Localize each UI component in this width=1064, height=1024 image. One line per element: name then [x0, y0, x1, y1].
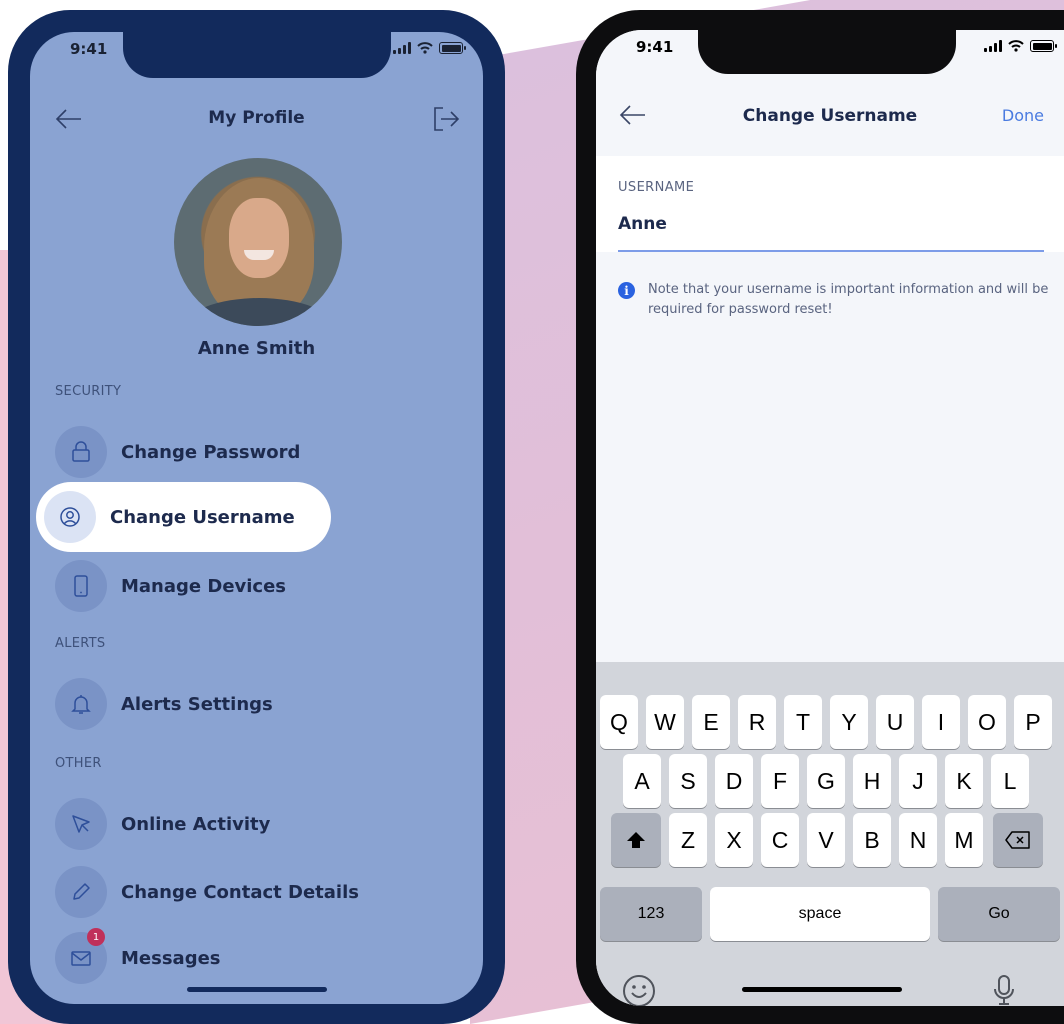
keyboard: 123 space Go QWERTYUIOP ASDFGHJKL ZXCVBNM [596, 662, 1064, 1006]
cursor-icon [55, 798, 107, 850]
key-d[interactable]: D [715, 754, 753, 808]
notch [698, 30, 956, 74]
emoji-icon[interactable] [622, 974, 656, 1006]
change-username-nav-bar: Change Username Done [596, 98, 1064, 134]
key-z[interactable]: Z [669, 813, 707, 867]
change-username-screen: 9:41 Change Username Done USERNAME Anne [596, 30, 1064, 1006]
phone-frame-change-username: 9:41 Change Username Done USERNAME Anne [576, 10, 1064, 1024]
menu-label: Change Password [121, 441, 301, 463]
profile-name: Anne Smith [197, 338, 316, 359]
key-x[interactable]: X [715, 813, 753, 867]
key-k[interactable]: K [945, 754, 983, 808]
menu-label: Change Contact Details [121, 881, 359, 903]
home-indicator [186, 987, 327, 992]
space-key[interactable]: space [710, 887, 930, 941]
envelope-icon: 1 [55, 928, 107, 984]
key-t[interactable]: T [784, 695, 822, 749]
key-p[interactable]: P [1014, 695, 1052, 749]
profile-nav-bar: My Profile [30, 104, 483, 134]
key-l[interactable]: L [991, 754, 1029, 808]
backspace-icon [1005, 831, 1030, 849]
shift-icon [627, 832, 645, 848]
unread-badge: 1 [87, 928, 105, 946]
note-area: i Note that your username is important i… [596, 252, 1064, 662]
key-b[interactable]: B [853, 813, 891, 867]
menu-item-alerts-settings[interactable]: Alerts Settings [55, 676, 273, 732]
status-time: 9:41 [70, 40, 108, 58]
key-f[interactable]: F [761, 754, 799, 808]
pencil-icon [55, 866, 107, 918]
menu-label: Online Activity [121, 813, 271, 835]
status-icons [984, 40, 1057, 52]
section-label-security: SECURITY [55, 384, 122, 399]
microphone-icon[interactable] [992, 974, 1016, 1006]
avatar [174, 158, 342, 326]
key-r[interactable]: R [738, 695, 776, 749]
section-label-alerts: ALERTS [55, 636, 106, 651]
delete-key[interactable] [993, 813, 1043, 867]
key-y[interactable]: Y [830, 695, 868, 749]
menu-label: Change Username [110, 506, 295, 528]
username-input[interactable]: Anne [618, 214, 667, 234]
key-g[interactable]: G [807, 754, 845, 808]
battery-icon [1030, 40, 1057, 52]
key-e[interactable]: E [692, 695, 730, 749]
key-o[interactable]: O [968, 695, 1006, 749]
info-icon: i [618, 282, 635, 299]
battery-icon [439, 42, 466, 54]
phone-frame-profile: 9:41 My Profile Anne Smith SECURITY Chan… [8, 10, 505, 1024]
menu-item-change-contact-details[interactable]: Change Contact Details [55, 864, 359, 920]
home-indicator [742, 987, 902, 992]
wifi-icon [1008, 40, 1024, 52]
key-c[interactable]: C [761, 813, 799, 867]
key-i[interactable]: I [922, 695, 960, 749]
menu-label: Messages [121, 947, 221, 969]
key-u[interactable]: U [876, 695, 914, 749]
key-n[interactable]: N [899, 813, 937, 867]
phone-icon [55, 560, 107, 612]
menu-item-manage-devices[interactable]: Manage Devices [55, 558, 286, 614]
note-text: Note that your username is important inf… [648, 282, 1049, 317]
menu-label: Alerts Settings [121, 693, 273, 715]
key-j[interactable]: J [899, 754, 937, 808]
page-title: My Profile [208, 108, 305, 128]
key-s[interactable]: S [669, 754, 707, 808]
signal-icon [393, 42, 411, 54]
notch [122, 32, 391, 78]
key-h[interactable]: H [853, 754, 891, 808]
section-label-other: OTHER [55, 756, 102, 771]
status-icons [393, 42, 466, 54]
field-label: USERNAME [618, 180, 695, 195]
username-field[interactable]: USERNAME Anne [596, 156, 1064, 252]
key-v[interactable]: V [807, 813, 845, 867]
menu-label: Manage Devices [121, 575, 287, 597]
done-button[interactable]: Done [1002, 106, 1044, 125]
menu-item-change-username[interactable]: Change Username [44, 488, 295, 546]
wifi-icon [417, 42, 433, 54]
menu-item-online-activity[interactable]: Online Activity [55, 796, 270, 852]
signal-icon [984, 40, 1002, 52]
user-circle-icon [44, 491, 96, 543]
shift-key[interactable] [611, 813, 661, 867]
numbers-key[interactable]: 123 [600, 887, 702, 941]
key-a[interactable]: A [623, 754, 661, 808]
page-title: Change Username [742, 106, 918, 126]
logout-icon[interactable] [431, 104, 461, 134]
key-m[interactable]: M [945, 813, 983, 867]
menu-item-messages[interactable]: 1 Messages [55, 928, 221, 986]
key-w[interactable]: W [646, 695, 684, 749]
menu-item-change-password[interactable]: Change Password [55, 424, 300, 480]
key-q[interactable]: Q [600, 695, 638, 749]
bell-icon [55, 678, 107, 730]
status-time: 9:41 [636, 38, 674, 56]
go-key[interactable]: Go [938, 887, 1060, 941]
lock-icon [55, 426, 107, 478]
